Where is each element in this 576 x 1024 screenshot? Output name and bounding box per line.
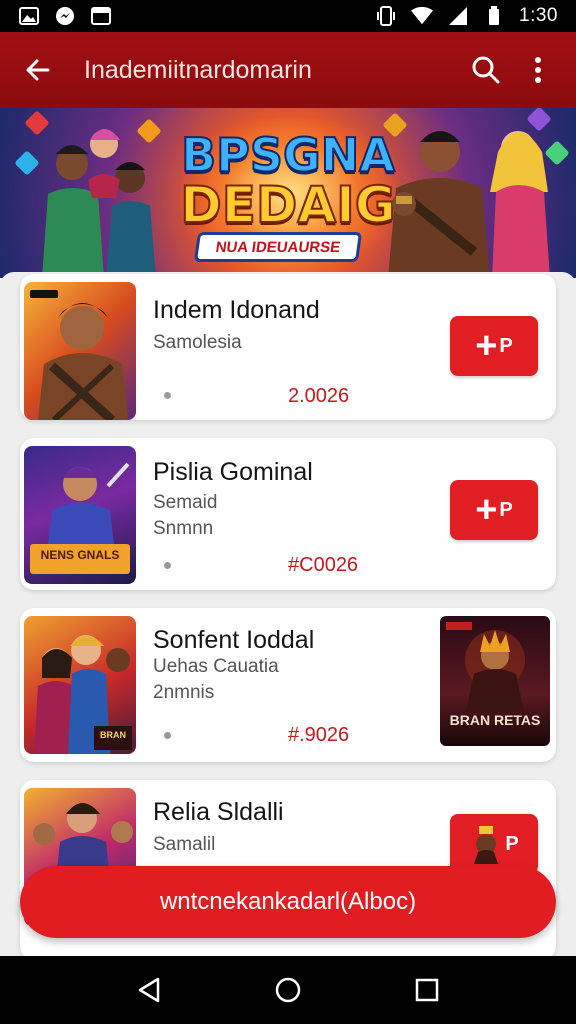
game-title: Relia Sldalli (153, 798, 284, 826)
nav-recents-button[interactable] (403, 966, 451, 1014)
hero-characters-left (42, 129, 156, 278)
list-item[interactable]: BRAN Sonfent Ioddal Uehas Cauatia 2nmnis… (20, 608, 556, 762)
vibrate-icon (375, 6, 397, 26)
back-button[interactable] (16, 48, 60, 92)
hero-title-line1: BPSGNA (180, 128, 396, 182)
app-title: Inademiitnardomarin (84, 55, 312, 84)
game-title: Pislia Gominal (153, 458, 313, 486)
nav-home-button[interactable] (264, 966, 312, 1014)
status-time: 1:30 (519, 5, 558, 26)
search-icon (472, 56, 500, 84)
signal-icon (447, 6, 469, 26)
app-bar: Inademiitnardomarin (0, 32, 576, 108)
list-item[interactable]: Indem Idonand Samolesia 2.0026 + P (20, 274, 556, 420)
add-button[interactable]: + P (450, 316, 538, 376)
add-button[interactable]: P (450, 814, 538, 874)
nav-back-button[interactable] (125, 966, 173, 1014)
warrior-portrait (30, 290, 128, 420)
game-thumbnail: BRAN (24, 616, 136, 754)
arrow-left-icon (26, 59, 50, 81)
plus-icon: + (475, 489, 498, 531)
status-dot (164, 562, 171, 569)
game-subtitle-secondary: 2nmnis (153, 682, 215, 703)
image-icon (18, 6, 40, 26)
game-subtitle: Semaid (153, 492, 218, 513)
game-subtitle: Uehas Cauatia (153, 656, 279, 677)
more-options-button[interactable] (516, 48, 560, 92)
hero-subtitle: NUA IDEUAURSE (193, 232, 363, 262)
window-icon (90, 6, 112, 26)
status-bar: 1:30 (0, 0, 576, 32)
search-button[interactable] (464, 48, 508, 92)
warrior-portrait (30, 462, 130, 574)
hero-banner[interactable]: BPSGNA DEDAIG NUA IDEUAURSE (0, 108, 576, 278)
primary-cta-button[interactable]: wntcnekankadarl(Alboc) (20, 866, 556, 938)
hero-title-line2: DEDAIG (179, 176, 397, 234)
list-item[interactable]: NENS GNALS Pislia Gominal Semaid Snmnn #… (20, 438, 556, 590)
game-subtitle: Samolesia (153, 332, 242, 353)
thumbnail-label: BRAN (100, 730, 126, 740)
messenger-icon (54, 6, 76, 26)
featured-game-image[interactable]: BRAN RETAS (440, 616, 550, 746)
add-button-label: P (499, 334, 513, 357)
square-recents-icon (415, 978, 438, 1002)
plus-icon: + (475, 325, 498, 367)
thumbnail-label: NENS GNALS (40, 548, 120, 562)
featured-image-label: BRAN RETAS (449, 712, 541, 728)
game-subtitle: Samalil (153, 834, 216, 855)
battery-icon (483, 6, 505, 26)
circle-home-icon (275, 977, 301, 1003)
status-dot (164, 392, 171, 399)
more-vert-icon (535, 57, 541, 83)
game-title: Indem Idonand (153, 296, 320, 324)
hero-title: BPSGNA DEDAIG (168, 128, 408, 234)
add-button-label: P (499, 498, 513, 521)
hero-characters-right (388, 131, 550, 278)
game-price: 2.0026 (288, 385, 350, 407)
game-price: #C0026 (288, 554, 359, 576)
game-title: Sonfent Ioddal (153, 626, 315, 654)
add-button-label: P (505, 832, 519, 855)
character-icon (474, 826, 499, 864)
game-thumbnail: NENS GNALS (24, 446, 136, 584)
system-nav-bar (0, 956, 576, 1024)
add-button[interactable]: + P (450, 480, 538, 540)
game-price: #.9026 (288, 724, 350, 746)
status-dot (164, 732, 171, 739)
triangle-back-icon (139, 977, 160, 1003)
game-list: Indem Idonand Samolesia 2.0026 + P NENS … (0, 272, 576, 956)
game-subtitle-secondary: Snmnn (153, 518, 214, 539)
wifi-icon (411, 6, 434, 26)
game-thumbnail (24, 282, 136, 420)
